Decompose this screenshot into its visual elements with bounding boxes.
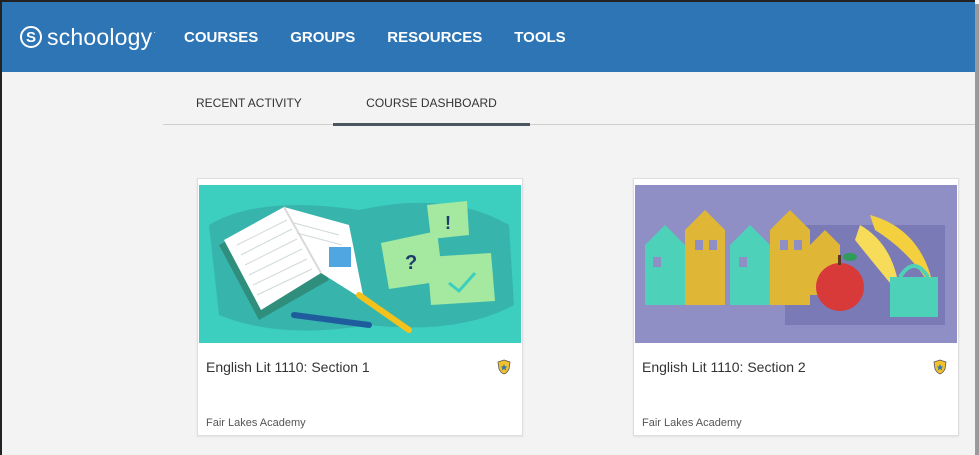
dashboard-tabs: RECENT ACTIVITY COURSE DASHBOARD (163, 94, 975, 126)
tab-course-dashboard[interactable]: COURSE DASHBOARD (333, 94, 530, 126)
top-navigation-bar: S schoology · COURSES GROUPS RESOURCES T… (2, 2, 975, 72)
course-card-1[interactable]: ! ? English Lit 1110: Section 1 Fair Lak… (197, 178, 523, 436)
nav-tools[interactable]: TOOLS (514, 29, 565, 46)
course-card-2[interactable]: English Lit 1110: Section 2 Fair Lakes A… (633, 178, 959, 436)
nav-groups[interactable]: GROUPS (290, 29, 355, 46)
course-school: Fair Lakes Academy (206, 417, 306, 429)
course-image-1[interactable]: ! ? (199, 185, 521, 343)
course-image-2[interactable] (635, 185, 957, 343)
logo-mark-icon: S (20, 26, 42, 48)
course-school: Fair Lakes Academy (642, 417, 742, 429)
shield-star-icon (933, 359, 947, 375)
main-nav: COURSES GROUPS RESOURCES TOOLS (184, 29, 598, 46)
schoology-logo[interactable]: S schoology · (20, 24, 156, 51)
course-title[interactable]: English Lit 1110: Section 1 (206, 359, 370, 375)
logo-text: schoology (47, 23, 153, 50)
nav-courses[interactable]: COURSES (184, 29, 258, 46)
svg-text:!: ! (445, 213, 451, 233)
course-title[interactable]: English Lit 1110: Section 2 (642, 359, 806, 375)
right-shadow (975, 4, 979, 455)
open-book-illustration: ! ? (199, 185, 521, 343)
trademark-dot-icon: · (153, 27, 157, 37)
nav-resources[interactable]: RESOURCES (387, 29, 482, 46)
tab-recent-activity[interactable]: RECENT ACTIVITY (196, 94, 302, 123)
shield-star-icon (497, 359, 511, 375)
svg-text:?: ? (405, 252, 417, 274)
town-fruit-illustration (635, 185, 957, 343)
